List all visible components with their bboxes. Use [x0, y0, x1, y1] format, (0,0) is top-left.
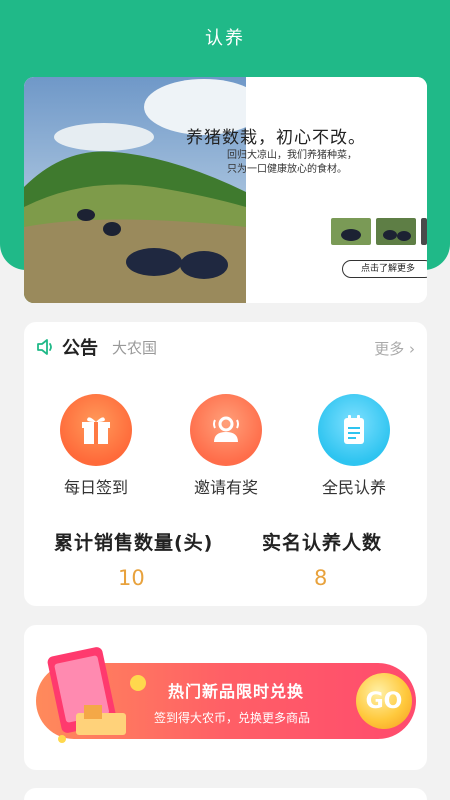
- notice-label: 公告: [62, 338, 98, 359]
- promo-banner[interactable]: 热门新品限时兑换 签到得大农币，兑换更多商品 GO: [36, 647, 416, 743]
- function-label: 邀请有奖: [193, 478, 258, 497]
- function-label: 每日签到: [63, 478, 128, 497]
- function-label: 全民认养: [321, 478, 386, 497]
- next-card: [24, 788, 427, 800]
- adopter-count-label: 实名认养人数: [262, 532, 383, 554]
- speaker-icon: [37, 339, 52, 355]
- promo-title: 热门新品限时兑换: [168, 682, 305, 701]
- adopt-all-button[interactable]: 全民认养: [304, 394, 404, 498]
- notepad-icon: [318, 394, 390, 466]
- invite-user-icon: [190, 394, 262, 466]
- banner-subtitle: 回归大凉山，我们养猪种菜， 只为一口健康放心的食材。: [227, 149, 357, 177]
- banner[interactable]: 养猪数栽，初心不改。 回归大凉山，我们养猪种菜， 只为一口健康放心的食材。 点击…: [24, 77, 427, 303]
- promo-card: 热门新品限时兑换 签到得大农币，兑换更多商品 GO: [24, 625, 427, 770]
- notice-bar[interactable]: 公告 大农国: [36, 334, 157, 360]
- sales-count-label: 累计销售数量(头): [54, 532, 214, 554]
- invite-reward-button[interactable]: 邀请有奖: [176, 394, 276, 498]
- notice-text: 大农国: [112, 338, 158, 357]
- more-link[interactable]: 更多 ›: [374, 338, 415, 359]
- gift-icon: [60, 394, 132, 466]
- banner-thumbnail: [331, 218, 371, 245]
- banner-title: 养猪数栽，初心不改。: [186, 128, 366, 148]
- more-label: 更多: [374, 340, 405, 358]
- chevron-right-icon: ›: [404, 340, 415, 358]
- go-button[interactable]: GO: [356, 673, 412, 729]
- sales-count-value: 10: [118, 566, 145, 590]
- adopter-count-value: 8: [314, 566, 328, 590]
- banner-thumbnail: [376, 218, 416, 245]
- daily-checkin-button[interactable]: 每日签到: [46, 394, 146, 498]
- main-card: 公告 大农国 更多 › 每日签到 邀请有奖 全民认养 累计销售数量(头) 10 …: [24, 322, 427, 606]
- banner-thumbnail: [421, 218, 427, 245]
- promo-subtitle: 签到得大农币，兑换更多商品: [154, 711, 311, 725]
- learn-more-button[interactable]: 点击了解更多: [342, 260, 427, 278]
- phone-illustration-icon: [47, 647, 146, 743]
- banner-subtitle-line: 只为一口健康放心的食材。: [227, 164, 347, 175]
- page-title: 认养: [205, 28, 245, 49]
- banner-subtitle-line: 回归大凉山，我们养猪种菜，: [227, 150, 357, 161]
